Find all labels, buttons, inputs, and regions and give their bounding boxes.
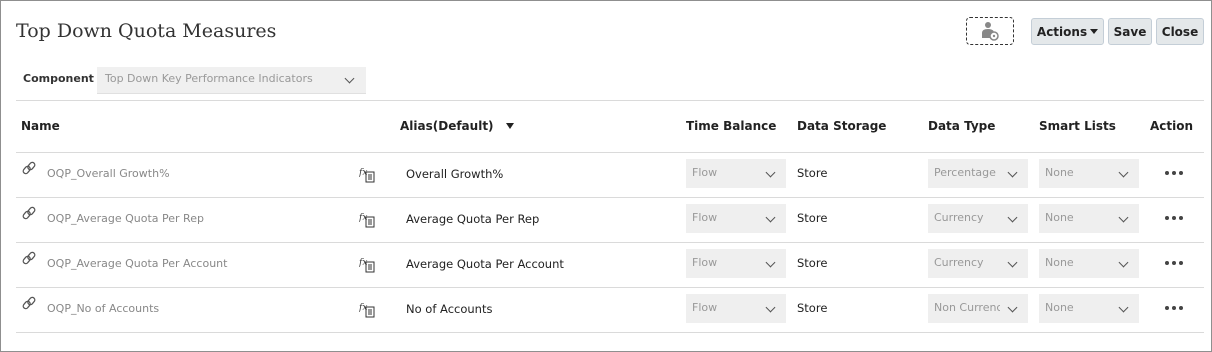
smart-list-select[interactable]: None bbox=[1039, 159, 1139, 188]
chevron-down-icon bbox=[765, 212, 776, 223]
time-balance-value: Flow bbox=[692, 166, 718, 179]
save-button[interactable]: Save bbox=[1108, 18, 1152, 45]
alias-value[interactable]: Average Quota Per Account bbox=[406, 257, 564, 271]
data-type-select[interactable]: Currency bbox=[928, 249, 1028, 278]
data-storage-value: Store bbox=[797, 211, 828, 225]
smart-list-select[interactable]: None bbox=[1039, 249, 1139, 278]
member-name[interactable]: OQP_No of Accounts bbox=[47, 302, 159, 315]
sort-descending-icon[interactable] bbox=[505, 123, 514, 129]
time-balance-select[interactable]: Flow bbox=[686, 249, 786, 278]
data-type-select[interactable]: Non Currency bbox=[928, 294, 1028, 323]
chevron-down-icon bbox=[1007, 167, 1018, 178]
chevron-down-icon bbox=[1007, 257, 1018, 268]
divider bbox=[16, 332, 1204, 333]
data-storage-value: Store bbox=[797, 256, 828, 270]
column-header-alias[interactable]: Alias(Default) bbox=[400, 119, 514, 133]
time-balance-value: Flow bbox=[692, 256, 718, 269]
chevron-down-icon bbox=[1118, 302, 1129, 313]
divider bbox=[16, 100, 1204, 101]
formula-icon[interactable]: fx bbox=[359, 301, 376, 318]
more-actions-icon[interactable] bbox=[1165, 171, 1183, 175]
component-label: Component bbox=[23, 72, 94, 85]
link-icon bbox=[22, 161, 36, 175]
formula-icon[interactable]: fx bbox=[359, 256, 376, 273]
formula-icon[interactable]: fx bbox=[359, 166, 376, 183]
table-row: OQP_No of Accounts fx No of Accounts Flo… bbox=[1, 287, 1211, 332]
column-header-data-storage[interactable]: Data Storage bbox=[797, 119, 886, 133]
user-settings-button[interactable] bbox=[966, 17, 1014, 45]
chevron-down-icon bbox=[1118, 212, 1129, 223]
table-row: OQP_Average Quota Per Account fx Average… bbox=[1, 242, 1211, 287]
chevron-down-icon bbox=[765, 167, 776, 178]
time-balance-value: Flow bbox=[692, 211, 718, 224]
caret-down-icon bbox=[1090, 29, 1099, 34]
close-button[interactable]: Close bbox=[1156, 18, 1204, 45]
member-name[interactable]: OQP_Average Quota Per Account bbox=[47, 257, 227, 270]
member-name[interactable]: OQP_Overall Growth% bbox=[47, 167, 170, 180]
actions-button[interactable]: Actions bbox=[1031, 18, 1104, 45]
chevron-down-icon bbox=[1007, 302, 1018, 313]
column-header-data-type[interactable]: Data Type bbox=[928, 119, 995, 133]
data-storage-value: Store bbox=[797, 301, 828, 315]
data-type-value: Percentage bbox=[934, 166, 996, 179]
link-icon bbox=[22, 296, 36, 310]
dialog-frame: Top Down Quota Measures Actions Save Clo… bbox=[0, 0, 1212, 352]
page-title: Top Down Quota Measures bbox=[16, 20, 277, 42]
alias-value[interactable]: Average Quota Per Rep bbox=[406, 212, 539, 226]
time-balance-select[interactable]: Flow bbox=[686, 159, 786, 188]
column-header-alias-label: Alias(Default) bbox=[400, 119, 494, 133]
time-balance-value: Flow bbox=[692, 301, 718, 314]
member-name[interactable]: OQP_Average Quota Per Rep bbox=[47, 212, 204, 225]
chevron-down-icon bbox=[344, 73, 355, 84]
data-type-select[interactable]: Percentage bbox=[928, 159, 1028, 188]
more-actions-icon[interactable] bbox=[1165, 216, 1183, 220]
alias-value[interactable]: Overall Growth% bbox=[406, 167, 503, 181]
chevron-down-icon bbox=[1007, 212, 1018, 223]
data-type-value: Currency bbox=[934, 256, 984, 269]
formula-icon[interactable]: fx bbox=[359, 211, 376, 228]
chevron-down-icon bbox=[1118, 257, 1129, 268]
column-header-action: Action bbox=[1150, 119, 1194, 133]
smart-list-value: None bbox=[1045, 166, 1074, 179]
column-header-name[interactable]: Name bbox=[21, 119, 60, 133]
more-actions-icon[interactable] bbox=[1165, 261, 1183, 265]
data-type-select[interactable]: Currency bbox=[928, 204, 1028, 233]
link-icon bbox=[22, 206, 36, 220]
chevron-down-icon bbox=[765, 257, 776, 268]
table-row: OQP_Overall Growth% fx Overall Growth% F… bbox=[1, 152, 1211, 197]
chevron-down-icon bbox=[1118, 167, 1129, 178]
more-actions-icon[interactable] bbox=[1165, 306, 1183, 310]
smart-list-value: None bbox=[1045, 211, 1074, 224]
table-row: OQP_Average Quota Per Rep fx Average Quo… bbox=[1, 197, 1211, 242]
data-type-value: Currency bbox=[934, 211, 984, 224]
user-settings-icon bbox=[982, 22, 999, 41]
column-header-smart-lists[interactable]: Smart Lists bbox=[1039, 119, 1116, 133]
smart-list-value: None bbox=[1045, 301, 1074, 314]
component-select[interactable]: Top Down Key Performance Indicators bbox=[97, 67, 366, 94]
smart-list-select[interactable]: None bbox=[1039, 204, 1139, 233]
chevron-down-icon bbox=[765, 302, 776, 313]
time-balance-select[interactable]: Flow bbox=[686, 204, 786, 233]
data-type-value: Non Currency bbox=[934, 301, 1000, 314]
alias-value[interactable]: No of Accounts bbox=[406, 302, 492, 316]
data-storage-value: Store bbox=[797, 166, 828, 180]
time-balance-select[interactable]: Flow bbox=[686, 294, 786, 323]
component-select-value: Top Down Key Performance Indicators bbox=[105, 72, 313, 85]
actions-button-label: Actions bbox=[1036, 24, 1088, 39]
smart-list-select[interactable]: None bbox=[1039, 294, 1139, 323]
smart-list-value: None bbox=[1045, 256, 1074, 269]
column-header-time-balance[interactable]: Time Balance bbox=[686, 119, 776, 133]
link-icon bbox=[22, 251, 36, 265]
